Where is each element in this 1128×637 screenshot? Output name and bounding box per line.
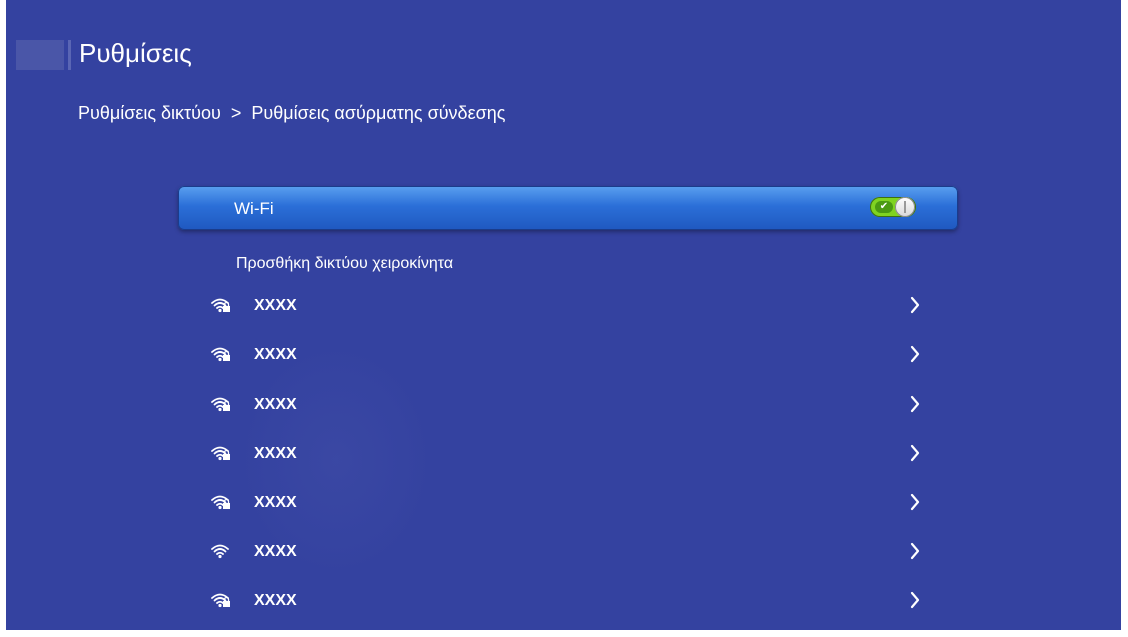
chevron-right-icon[interactable]	[908, 294, 922, 316]
chevron-right-icon[interactable]	[908, 589, 922, 611]
network-name: XXXX	[254, 396, 297, 413]
network-name: XXXX	[254, 297, 297, 314]
add-network-manually-item[interactable]: Προσθήκη δικτύου χειροκίνητα	[236, 255, 453, 273]
network-list-item[interactable]: XXXX	[211, 489, 931, 519]
network-name: XXXX	[254, 346, 297, 363]
wifi-toggle-switch[interactable]: ✔	[870, 197, 916, 217]
breadcrumb-item-wireless-settings: Ρυθμίσεις ασύρματης σύνδεσης	[251, 103, 506, 123]
check-icon: ✔	[875, 201, 893, 213]
wifi-label: Wi-Fi	[234, 199, 274, 218]
network-list-item[interactable]: XXXX	[211, 538, 931, 568]
settings-screen: Ρυθμίσεις Ρυθμίσεις δικτύου > Ρυθμίσεις ασ…	[6, 0, 1121, 630]
network-list-item[interactable]: XXXX	[211, 440, 931, 470]
wifi-locked-icon	[211, 445, 231, 461]
chevron-right-icon[interactable]	[908, 393, 922, 415]
chevron-right-icon[interactable]	[908, 540, 922, 562]
wifi-open-icon	[211, 543, 231, 559]
wifi-locked-icon	[211, 396, 231, 412]
wifi-locked-icon	[211, 494, 231, 510]
header-logo-block	[16, 40, 64, 70]
network-name: XXXX	[254, 592, 297, 609]
network-name: XXXX	[254, 445, 297, 462]
network-name: XXXX	[254, 494, 297, 511]
chevron-right-icon[interactable]	[908, 491, 922, 513]
header-divider	[68, 40, 71, 70]
wifi-locked-icon	[211, 592, 231, 608]
breadcrumb-item-network-settings[interactable]: Ρυθμίσεις δικτύου	[78, 103, 221, 124]
chevron-right-icon[interactable]	[908, 343, 922, 365]
breadcrumb-separator: >	[230, 103, 242, 123]
chevron-right-icon[interactable]	[908, 442, 922, 464]
network-list-item[interactable]: XXXX	[211, 292, 931, 322]
wifi-toggle-row[interactable]: Wi-Fi ✔	[178, 186, 958, 230]
network-name: XXXX	[254, 543, 297, 560]
network-list-item[interactable]: XXXX	[211, 341, 931, 371]
page-title: Ρυθμίσεις	[79, 38, 192, 68]
network-list-item[interactable]: XXXX	[211, 391, 931, 421]
breadcrumb: Ρυθμίσεις δικτύου > Ρυθμίσεις ασύρματης σύ…	[78, 103, 505, 124]
network-list-item[interactable]: XXXX	[211, 587, 931, 617]
toggle-knob	[895, 197, 915, 217]
wifi-locked-icon	[211, 297, 231, 313]
wifi-locked-icon	[211, 346, 231, 362]
